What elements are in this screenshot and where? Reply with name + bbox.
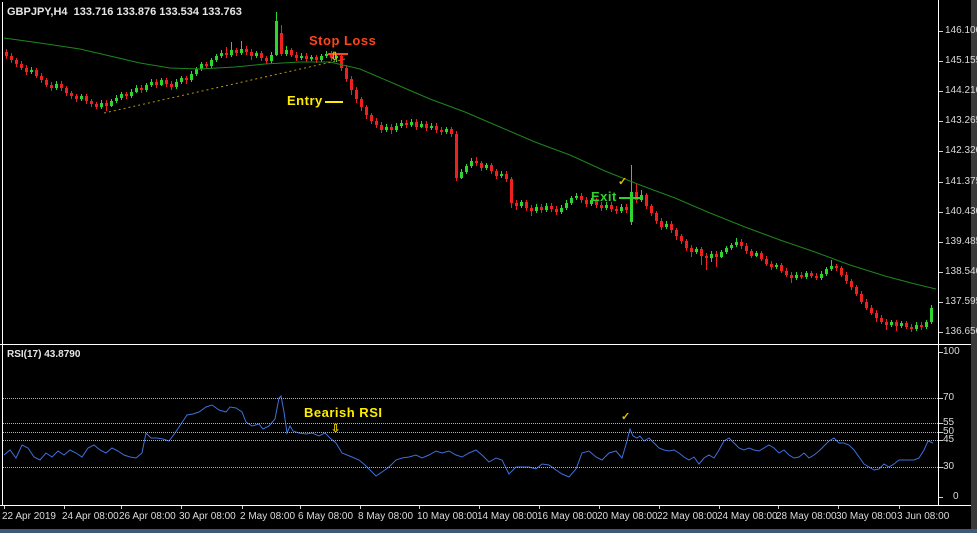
rsi-line — [4, 396, 933, 477]
exit-line[interactable] — [619, 197, 641, 199]
rsi-tick — [939, 497, 943, 498]
price-axis-label: 140.430 — [945, 206, 977, 217]
rsi-level-line — [3, 440, 938, 441]
stop-loss-label[interactable]: Stop Loss — [309, 33, 376, 48]
price-axis-label: 144.210 — [945, 85, 977, 96]
chart-lines-layer — [0, 0, 977, 533]
time-tick — [659, 506, 660, 509]
time-axis-label: 30 Apr 08:00 — [179, 511, 236, 522]
rsi-level-label: 70 — [943, 392, 954, 403]
entry-label[interactable]: Entry — [287, 93, 323, 108]
rsi-level-label: 30 — [943, 461, 954, 472]
window-bottom-edge — [0, 529, 977, 533]
time-axis-label: 10 May 08:00 — [417, 511, 478, 522]
time-axis-label: 8 May 08:00 — [358, 511, 413, 522]
exit-check-icon[interactable]: ✓ — [618, 177, 627, 188]
time-tick — [778, 506, 779, 509]
time-tick — [719, 506, 720, 509]
rsi-level-line — [3, 423, 938, 424]
time-tick — [599, 506, 600, 509]
time-tick — [479, 506, 480, 509]
time-axis-separator — [0, 505, 977, 506]
time-axis-label: 28 May 08:00 — [776, 511, 837, 522]
time-tick — [121, 506, 122, 509]
time-axis-label: 22 Apr 2019 — [2, 511, 56, 522]
time-axis-label: 24 May 08:00 — [717, 511, 778, 522]
rsi-check-icon[interactable]: ✓ — [621, 412, 630, 423]
price-axis-separator — [938, 0, 939, 505]
price-axis-label: 142.320 — [945, 145, 977, 156]
rsi-level-label: 0 — [953, 491, 959, 502]
time-axis-label: 2 May 08:00 — [240, 511, 295, 522]
time-tick — [181, 506, 182, 509]
price-tick — [939, 212, 943, 213]
price-tick — [939, 31, 943, 32]
time-axis-label: 6 May 08:00 — [298, 511, 353, 522]
price-tick — [939, 151, 943, 152]
price-axis-label: 146.100 — [945, 25, 977, 36]
rsi-level-line — [3, 432, 938, 433]
time-axis-label: 24 Apr 08:00 — [62, 511, 119, 522]
price-axis-label: 141.375 — [945, 176, 977, 187]
time-axis-label: 20 May 08:00 — [597, 511, 658, 522]
time-tick — [899, 506, 900, 509]
exit-label[interactable]: Exit — [591, 189, 617, 204]
time-axis-label: 3 Jun 08:00 — [897, 511, 949, 522]
time-axis-label: 30 May 08:00 — [836, 511, 897, 522]
price-axis-label: 136.650 — [945, 326, 977, 337]
time-axis-label: 26 Apr 08:00 — [119, 511, 176, 522]
time-tick — [838, 506, 839, 509]
symbol-ohlc-label: GBPJPY,H4 133.716 133.876 133.534 133.76… — [7, 6, 242, 18]
price-tick — [939, 91, 943, 92]
price-tick — [939, 272, 943, 273]
time-tick — [242, 506, 243, 509]
rsi-sell-arrow-icon[interactable]: ⇩ — [331, 424, 340, 435]
price-tick — [939, 61, 943, 62]
pane-splitter[interactable] — [0, 344, 977, 345]
time-tick — [419, 506, 420, 509]
sell-arrow-icon[interactable]: ⇩ — [330, 52, 339, 63]
rsi-level-line — [3, 398, 938, 399]
time-axis-label: 22 May 08:00 — [657, 511, 718, 522]
time-tick — [360, 506, 361, 509]
rsi-level-label: 45 — [943, 434, 954, 445]
price-tick — [939, 302, 943, 303]
price-axis-label: 139.485 — [945, 236, 977, 247]
rsi-indicator-label: RSI(17) 43.8790 — [7, 349, 80, 360]
price-axis-label: 137.595 — [945, 296, 977, 307]
time-tick — [64, 506, 65, 509]
moving-average-line — [4, 38, 936, 289]
price-axis-label: 145.155 — [945, 55, 977, 66]
time-tick — [539, 506, 540, 509]
time-axis-label: 14 May 08:00 — [477, 511, 538, 522]
rsi-level-label: 100 — [943, 346, 960, 357]
price-axis-label: 143.265 — [945, 115, 977, 126]
price-axis-label: 138.540 — [945, 266, 977, 277]
price-tick — [939, 332, 943, 333]
time-axis-label: 16 May 08:00 — [537, 511, 598, 522]
mt4-chart-window: 146.100 145.155 144.210 143.265 142.320 141.3… — [0, 0, 977, 533]
time-tick — [4, 506, 5, 509]
entry-line[interactable] — [325, 101, 343, 103]
time-tick — [300, 506, 301, 509]
price-tick — [939, 182, 943, 183]
bearish-rsi-label[interactable]: Bearish RSI — [304, 405, 382, 420]
price-tick — [939, 121, 943, 122]
chart-left-border — [2, 2, 3, 505]
price-tick — [939, 242, 943, 243]
rsi-level-line — [3, 467, 938, 468]
